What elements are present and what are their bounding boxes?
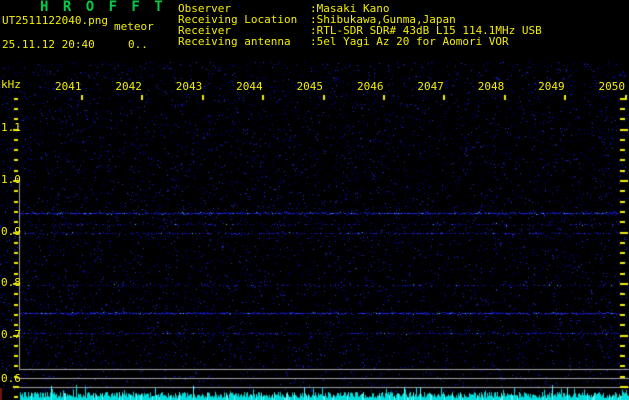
field-label-antenna: Receiving antenna [178, 35, 291, 48]
time-tick-label: 2049 [538, 80, 565, 93]
mode-label: meteor [114, 20, 154, 33]
time-tick-label: 2048 [477, 80, 505, 93]
output-filename: UT2511122040.png [2, 14, 108, 27]
spectrogram-canvas [0, 0, 629, 400]
freq-tick-label: 0.6 [1, 372, 21, 385]
time-tick-label: 2045 [296, 80, 324, 93]
time-tick-label: 2044 [236, 80, 263, 93]
time-tick-label: 2041 [55, 80, 82, 93]
time-tick-label: 2050 [598, 80, 626, 93]
observation-datetime: 25.11.12 20:40 [2, 38, 95, 51]
time-tick-label: 2042 [115, 80, 142, 93]
app-title: H R O F F T [40, 0, 166, 15]
freq-tick-label: 0.8 [1, 276, 21, 289]
field-value-antenna: :5el Yagi Az 20 for Aomori VOR [310, 35, 509, 48]
time-tick-label: 2043 [175, 80, 203, 93]
hrofft-output-image: H R O F F T UT2511122040.png meteor 25.1… [0, 0, 629, 400]
freq-tick-label: 1.1 [1, 121, 21, 134]
echo-counter: 0.. [128, 38, 148, 51]
time-axis-labels: 2041 2042 2043 2044 2045 2046 2047 2048 … [55, 81, 629, 92]
freq-tick-label: 0.7 [1, 328, 21, 341]
time-tick-label: 2046 [356, 80, 384, 93]
freq-tick-label: 1.0 [1, 173, 21, 186]
time-tick-label: 2047 [417, 80, 444, 93]
freq-tick-label: 0.9 [1, 225, 21, 238]
y-axis-unit-label: kHz [1, 78, 21, 91]
